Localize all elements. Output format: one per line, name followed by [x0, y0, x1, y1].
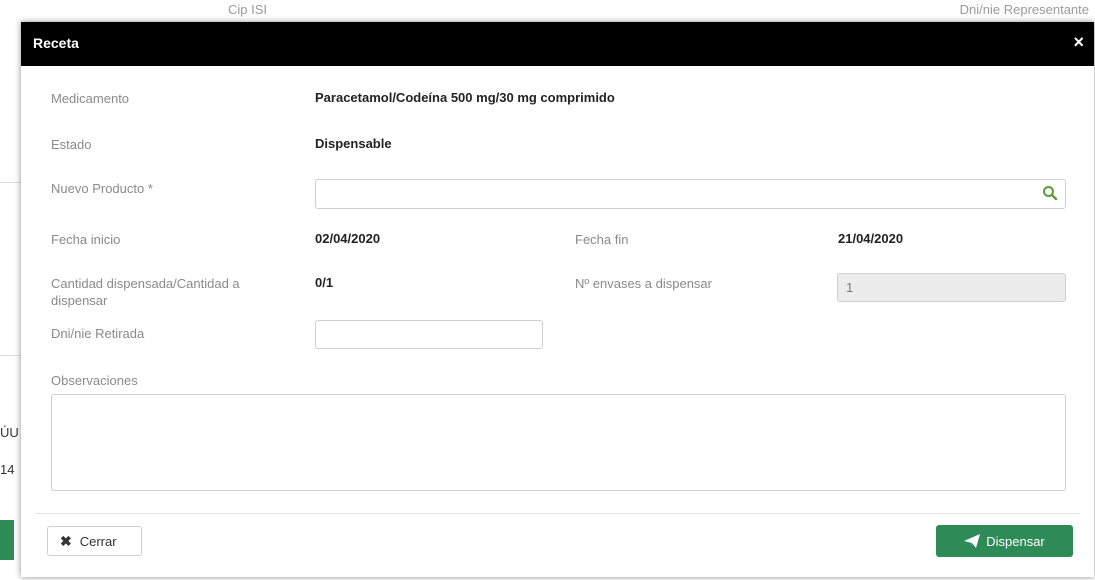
cantidad-value: 0/1 [315, 275, 334, 290]
fecha-inicio-value: 02/04/2020 [315, 231, 381, 246]
estado-value: Dispensable [315, 136, 392, 151]
close-icon: ✖ [60, 532, 72, 549]
background-label-cip: Cip ISI [228, 2, 268, 17]
dni-retirada-label: Dni/nie Retirada [51, 326, 145, 341]
close-icon[interactable]: × [1073, 32, 1084, 53]
fecha-fin-value: 21/04/2020 [838, 231, 904, 246]
dispensar-button[interactable]: Dispensar [936, 525, 1073, 557]
search-icon[interactable] [1042, 185, 1058, 201]
background-green-button [0, 520, 14, 560]
envases-input[interactable] [837, 273, 1066, 302]
observaciones-label: Observaciones [51, 373, 138, 388]
nuevo-producto-field [315, 179, 1066, 209]
dni-retirada-input[interactable] [315, 320, 543, 349]
modal-title: Receta [33, 35, 79, 51]
nuevo-producto-input[interactable] [315, 179, 1066, 209]
fecha-fin-label: Fecha fin [575, 232, 629, 247]
cantidad-label: Cantidad dispensada/Cantidad a dispensar [51, 276, 240, 308]
cerrar-button-label: Cerrar [79, 533, 117, 549]
modal-header: Receta × [21, 22, 1094, 66]
estado-label: Estado [51, 137, 92, 152]
receta-modal: Receta × Medicamento Paracetamol/Codeína… [21, 22, 1094, 577]
cerrar-button[interactable]: ✖ Cerrar [47, 526, 142, 556]
nuevo-producto-label: Nuevo Producto * [51, 181, 153, 196]
footer-divider [35, 513, 1080, 514]
medicamento-label: Medicamento [51, 91, 130, 106]
background-divider [0, 182, 22, 183]
dispensar-button-label: Dispensar [986, 533, 1045, 549]
paper-plane-icon [964, 534, 981, 548]
background-label-representante: Dni/nie Representante [959, 2, 1089, 17]
background-fragment: 14 [0, 462, 15, 477]
envases-label: Nº envases a dispensar [575, 276, 712, 291]
medicamento-value: Paracetamol/Codeína 500 mg/30 mg comprim… [315, 90, 615, 105]
background-fragment: ÚU [0, 425, 19, 440]
observaciones-textarea[interactable] [51, 394, 1066, 491]
background-divider [0, 355, 22, 356]
fecha-inicio-label: Fecha inicio [51, 232, 121, 247]
